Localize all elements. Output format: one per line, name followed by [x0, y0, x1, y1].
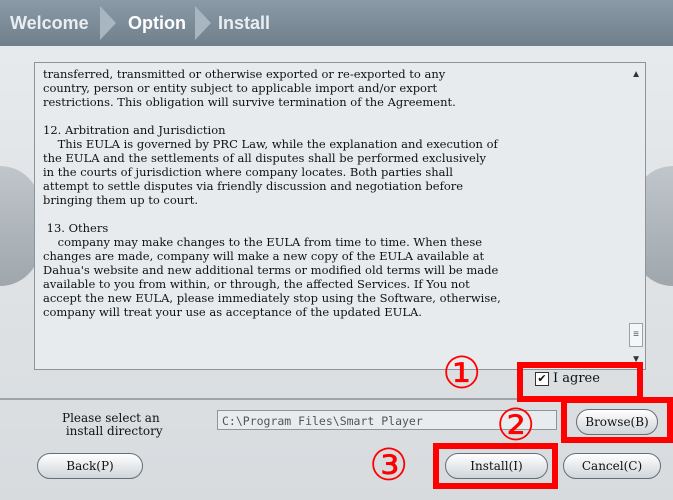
- annotation-one: ①: [442, 348, 482, 399]
- chevron-right-icon: [195, 6, 211, 40]
- back-button[interactable]: Back(P): [37, 453, 143, 479]
- chevron-right-icon: [100, 6, 116, 40]
- step-welcome: Welcome: [10, 12, 89, 33]
- step-option: Option: [128, 12, 186, 33]
- license-panel[interactable]: transferred, transmitted or otherwise ex…: [34, 62, 646, 370]
- directory-label: Please select an install directory: [62, 411, 163, 438]
- annotation-three: ③: [369, 440, 409, 491]
- highlight-browse: [561, 397, 673, 443]
- license-text: transferred, transmitted or otherwise ex…: [43, 67, 501, 319]
- step-install: Install: [218, 12, 271, 33]
- cancel-button[interactable]: Cancel(C): [563, 453, 661, 479]
- license-scrollbar[interactable]: ▲ ≡ ▼: [627, 63, 645, 369]
- scroll-thumb[interactable]: ≡: [629, 323, 643, 347]
- highlight-agree: [517, 362, 643, 402]
- scroll-up-icon[interactable]: ▲: [631, 69, 641, 80]
- step-breadcrumb: Welcome Option Install: [0, 0, 673, 46]
- annotation-two: ②: [496, 400, 536, 451]
